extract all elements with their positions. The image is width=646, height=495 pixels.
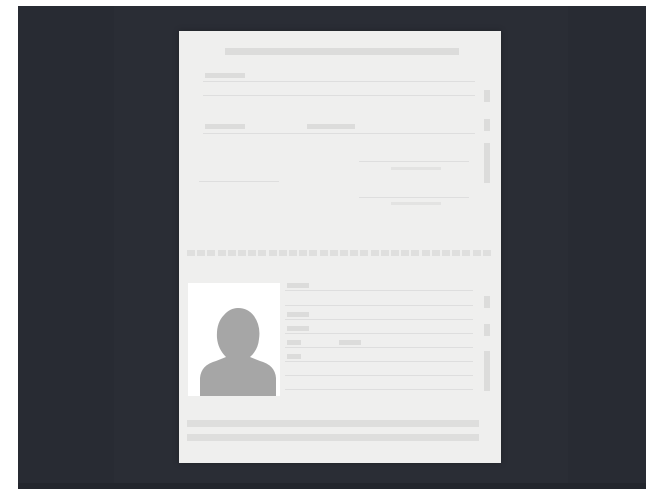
- perforation-dash: [391, 250, 399, 256]
- field-label: [205, 73, 245, 78]
- perforation-dash: [462, 250, 471, 256]
- field-underline: [285, 305, 473, 306]
- perforation-dash: [472, 250, 481, 256]
- perforation-dash: [442, 250, 450, 256]
- perforation-dash: [360, 250, 369, 256]
- perforation-dash: [329, 250, 338, 256]
- field-underline: [199, 181, 279, 182]
- field-underline: [285, 319, 473, 320]
- side-marker: [484, 324, 490, 336]
- field-underline: [203, 95, 475, 96]
- perforation-dash: [309, 250, 318, 256]
- perforation-dash: [299, 250, 308, 256]
- field-underline: [285, 361, 473, 362]
- perforation-dash: [411, 250, 420, 256]
- perforation-dash: [258, 250, 267, 256]
- side-marker: [484, 119, 490, 131]
- perforation-dash: [248, 250, 257, 256]
- perforation-dash: [421, 250, 430, 256]
- perforation-dash: [238, 250, 246, 256]
- field-underline: [285, 375, 473, 376]
- field-label: [287, 326, 309, 331]
- perforation-dash: [452, 250, 461, 256]
- perforation-dash: [350, 250, 359, 256]
- perforation-dash: [268, 250, 277, 256]
- field-underline: [359, 197, 469, 198]
- field-underline: [285, 347, 473, 348]
- field-underline: [285, 333, 473, 334]
- side-marker: [484, 296, 490, 308]
- field-label: [307, 124, 355, 129]
- field-underline: [285, 290, 473, 291]
- field-underline: [285, 389, 473, 390]
- field-label: [205, 124, 245, 129]
- field-value: [391, 202, 441, 205]
- perforation-dash: [227, 250, 236, 256]
- perforation-dash: [197, 250, 206, 256]
- side-marker-tall: [484, 351, 490, 391]
- perforation-dash: [482, 250, 491, 256]
- perforation-dash: [340, 250, 348, 256]
- perforation-dash: [431, 250, 440, 256]
- field-label: [339, 340, 361, 345]
- person-silhouette-icon: [200, 308, 276, 396]
- perforation-dash: [217, 250, 226, 256]
- mrz-line: [187, 420, 479, 427]
- field-underline: [203, 81, 475, 82]
- side-marker-tall: [484, 143, 490, 183]
- field-label: [287, 340, 301, 345]
- field-value: [391, 167, 441, 170]
- perforation-dash: [187, 250, 195, 256]
- field-label: [287, 283, 309, 288]
- holder-photo: [188, 283, 280, 396]
- viewer-right-panel: [568, 6, 646, 483]
- perforation-dash: [401, 250, 410, 256]
- passport-document: [179, 31, 501, 463]
- perforation-dash: [289, 250, 297, 256]
- mrz-line: [187, 434, 479, 441]
- perforation-dash: [278, 250, 287, 256]
- perforation-dash: [370, 250, 379, 256]
- viewer-left-panel: [18, 6, 114, 483]
- field-underline: [203, 133, 475, 134]
- field-label: [287, 354, 301, 359]
- field-underline: [359, 161, 469, 162]
- field-label: [287, 312, 309, 317]
- perforation-dash: [207, 250, 216, 256]
- viewer-bottom-strip: [18, 483, 646, 489]
- perforation-dash: [319, 250, 328, 256]
- document-header-bar: [225, 48, 459, 55]
- side-marker: [484, 90, 490, 102]
- perforation-dash: [380, 250, 389, 256]
